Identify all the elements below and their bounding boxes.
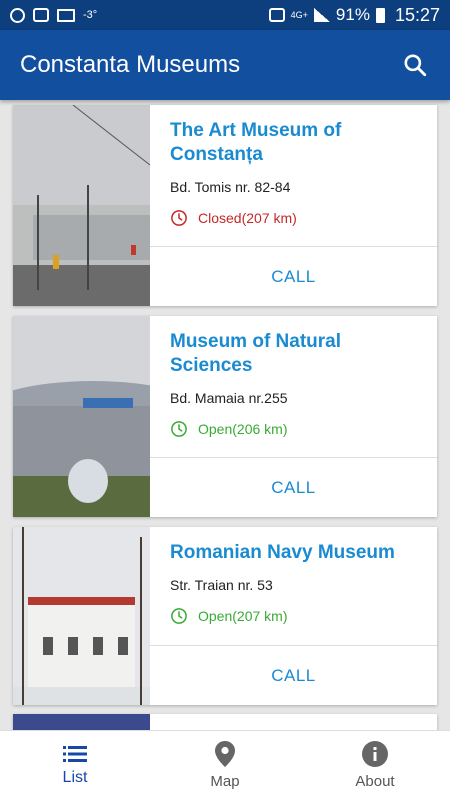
nav-about[interactable]: About: [300, 731, 450, 800]
map-pin-icon: [215, 741, 235, 767]
call-button[interactable]: CALL: [271, 666, 316, 686]
museum-card[interactable]: Museum of Natural Sciences Bd. Mamaia nr…: [13, 316, 437, 517]
battery-percent: 91%: [335, 5, 370, 24]
museum-photo: [13, 105, 150, 306]
sync-icon: [10, 7, 25, 23]
nav-map[interactable]: Map: [150, 731, 300, 800]
status-row: Open(206 km): [170, 420, 417, 438]
museum-photo: [13, 527, 150, 705]
nav-about-label: About: [355, 773, 395, 790]
status-text: Open(206 km): [198, 421, 288, 437]
status-row: Open(207 km): [170, 607, 417, 625]
museum-card[interactable]: [13, 714, 437, 730]
museum-title[interactable]: Romanian Navy Museum: [170, 541, 417, 565]
shield-icon: [33, 8, 49, 22]
museum-card[interactable]: The Art Museum of Constanța Bd. Tomis nr…: [13, 105, 437, 306]
clock-icon: [171, 210, 187, 226]
info-icon: [362, 741, 388, 767]
nav-list-label: List: [62, 768, 88, 786]
museum-title[interactable]: Museum of Natural Sciences: [170, 330, 417, 378]
search-button[interactable]: [400, 50, 430, 80]
museum-photo: [13, 316, 150, 517]
museum-address: Bd. Mamaia nr.255: [170, 390, 288, 406]
museum-card[interactable]: Romanian Navy Museum Str. Traian nr. 53 …: [13, 527, 437, 705]
battery-icon: [375, 7, 385, 23]
museum-title[interactable]: The Art Museum of Constanța: [170, 119, 417, 167]
museum-address: Bd. Tomis nr. 82-84: [170, 179, 291, 195]
nav-list[interactable]: List: [0, 731, 150, 800]
temperature-text: -3°: [83, 9, 98, 21]
clock-icon: [171, 608, 187, 624]
call-button[interactable]: CALL: [271, 267, 316, 287]
museum-photo: [13, 714, 150, 730]
status-text: Open(207 km): [198, 608, 288, 624]
app-bar: Constanta Museums: [0, 30, 450, 100]
status-text: Closed(207 km): [198, 210, 297, 226]
status-row: Closed(207 km): [170, 209, 417, 227]
signal-icon: [313, 8, 330, 22]
museum-address: Str. Traian nr. 53: [170, 577, 273, 593]
bottom-navigation: List Map About: [0, 730, 450, 800]
search-icon: [404, 54, 427, 77]
clock-icon: [171, 421, 187, 437]
call-button[interactable]: CALL: [271, 478, 316, 498]
network-type: 4G+: [290, 9, 308, 20]
nfc-icon: [268, 8, 285, 22]
app-title: Constanta Museums: [20, 51, 241, 78]
nav-map-label: Map: [210, 773, 240, 790]
museum-list[interactable]: The Art Museum of Constanța Bd. Tomis nr…: [0, 100, 450, 730]
list-icon: [63, 745, 87, 762]
clock: 15:27: [394, 4, 440, 25]
mail-icon: [57, 8, 75, 22]
status-bar: -3° 4G+ 91% 15:27: [0, 0, 450, 30]
